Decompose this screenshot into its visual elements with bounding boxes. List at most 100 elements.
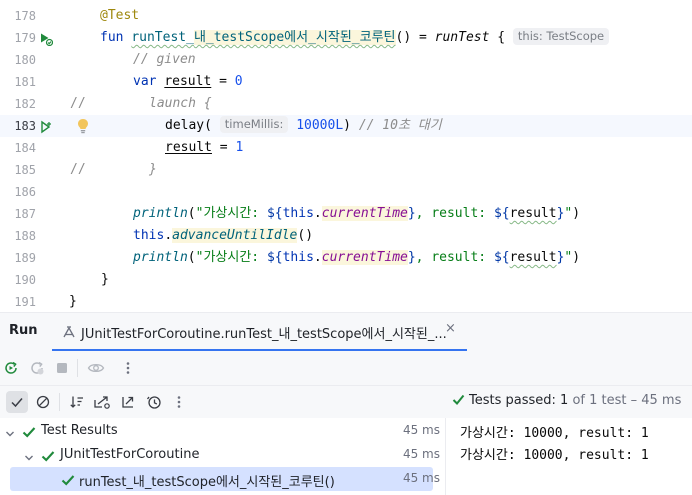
code-token: advanceUntilIdle [172,228,298,243]
code-token: = [211,74,235,89]
code-token: () = [395,30,435,45]
code-line[interactable]: 187 println("가상시간: ${this.currentTime}, … [0,203,692,225]
code-token: @ [100,8,108,23]
code-token: result [164,74,212,89]
code-line[interactable]: 189 println("가상시간: ${this.currentTime}, … [0,247,692,269]
code-comment: // [70,162,86,177]
code-line[interactable]: 179 fun runTest_내_testScope에서_시작된_코루틴() … [0,27,692,49]
line-number: 184 [14,141,36,155]
rerun-failed-icon[interactable] [26,357,48,379]
code-token: ${ [493,250,510,265]
code-editor[interactable]: 178 @Test 179 fun runTest_내_testScope에서_… [0,5,692,313]
code-string: , result: [415,250,494,265]
run-tool-window-header: Run JUnitTestForCoroutine.runTest_내_test… [0,312,692,352]
line-number: 179 [14,31,36,45]
console-output[interactable]: 가상시간: 10000, result: 1 가상시간: 10000, resu… [447,418,692,495]
chevron-down-icon[interactable] [4,425,16,437]
code-token: result [509,206,557,221]
line-number: 182 [14,97,36,111]
code-token: this [282,250,314,265]
line-number: 181 [14,75,36,89]
code-token: ) [572,206,581,221]
passed-check-icon [22,424,36,438]
code-token: ( [187,206,196,221]
import-tests-icon[interactable] [91,391,113,413]
code-line[interactable]: 185 // } [0,159,692,181]
toolbar-separator [77,359,78,377]
code-comment: // 10초 대기 [358,118,442,133]
code-comment: // given [133,52,196,67]
code-line[interactable]: 180 // given [0,49,692,71]
more-options-icon[interactable] [168,391,190,413]
close-tab-icon[interactable]: × [445,321,456,336]
sort-icon[interactable] [66,391,88,413]
code-comment: launch { [149,96,212,111]
code-token: } [69,294,77,309]
passed-check-icon [452,393,465,410]
code-string: "가상시간: [195,250,267,265]
test-status: Tests passed: 1 of 1 test – 45 ms [452,393,681,410]
code-token: ( [187,250,196,265]
passed-check-icon [41,448,55,462]
line-number: 186 [14,185,36,199]
code-token: . [164,228,173,243]
lightbulb-icon[interactable] [77,118,89,134]
code-token: this [282,206,314,221]
code-line[interactable]: 191 } [0,291,692,313]
code-token: . [313,206,322,221]
rerun-icon[interactable] [0,357,22,379]
tree-node-test-results[interactable]: Test Results 45 ms [0,419,446,443]
code-line[interactable]: 178 @Test [0,5,692,27]
console-line: 가상시간: 10000, result: 1 [460,448,649,463]
chevron-down-icon[interactable] [23,449,35,461]
line-number: 185 [14,163,36,177]
code-line-current[interactable]: 183 delay( timeMillis: 10000L) // 10초 대기 [0,115,692,137]
tree-node-label: runTest_내_testScope에서_시작된_코루틴() [79,475,335,490]
line-number: 188 [14,229,36,243]
code-token: delay [165,118,205,133]
run-test-gutter-icon[interactable] [39,31,54,47]
tree-node-duration: 45 ms [402,423,440,437]
code-token: Test [107,8,140,23]
code-line[interactable]: 182 // launch { [0,93,692,115]
code-line[interactable]: 186 [0,181,692,203]
show-ignored-icon[interactable] [32,391,54,413]
stop-icon[interactable] [51,357,73,379]
status-summary-text: of 1 test – 45 ms [568,393,682,408]
tree-node-label: Test Results [41,423,118,438]
code-token: currentTime [321,206,408,221]
tree-node-duration: 45 ms [402,447,440,461]
run-gutter-icon[interactable] [39,119,53,134]
code-token: ${ [266,250,283,265]
line-number: 183 [14,119,36,133]
eye-icon[interactable] [85,357,107,379]
tree-node-label: JUnitTestForCoroutine [60,447,200,462]
code-token: 내_testScope에서_시작된_코루틴 [193,30,396,45]
code-line[interactable]: 188 this.advanceUntilIdle() [0,225,692,247]
code-string: , result: [415,206,494,221]
toolbar-separator [59,393,60,411]
tree-node-duration: 45 ms [402,471,440,485]
console-line: 가상시간: 10000, result: 1 [460,426,649,441]
show-passed-icon[interactable] [6,391,28,413]
code-token: var [133,74,165,89]
tree-node-test-method[interactable]: runTest_내_testScope에서_시작된_코루틴() 45 ms [10,467,440,491]
run-window-title: Run [9,323,38,338]
code-line[interactable]: 190 } [0,269,692,291]
code-token: result [165,140,212,155]
test-results-tree[interactable]: Test Results 45 ms JUnitTestForCoroutine… [0,418,446,495]
tree-node-test-class[interactable]: JUnitTestForCoroutine 45 ms [0,443,446,467]
code-line[interactable]: 181 var result = 0 [0,71,692,93]
test-history-icon[interactable] [143,391,165,413]
code-token: () [297,228,314,243]
line-number: 178 [14,9,36,23]
code-token: println [133,206,188,221]
test-config-icon [61,324,77,340]
expand-collapse-icon[interactable] [117,391,139,413]
code-token: } [407,250,416,265]
run-tab[interactable]: JUnitTestForCoroutine.runTest_내_testScop… [52,313,467,352]
more-options-icon[interactable] [117,357,139,379]
line-number: 191 [14,295,36,309]
code-line[interactable]: 184 result = 1 [0,137,692,159]
code-token: runTest_ [131,30,194,45]
